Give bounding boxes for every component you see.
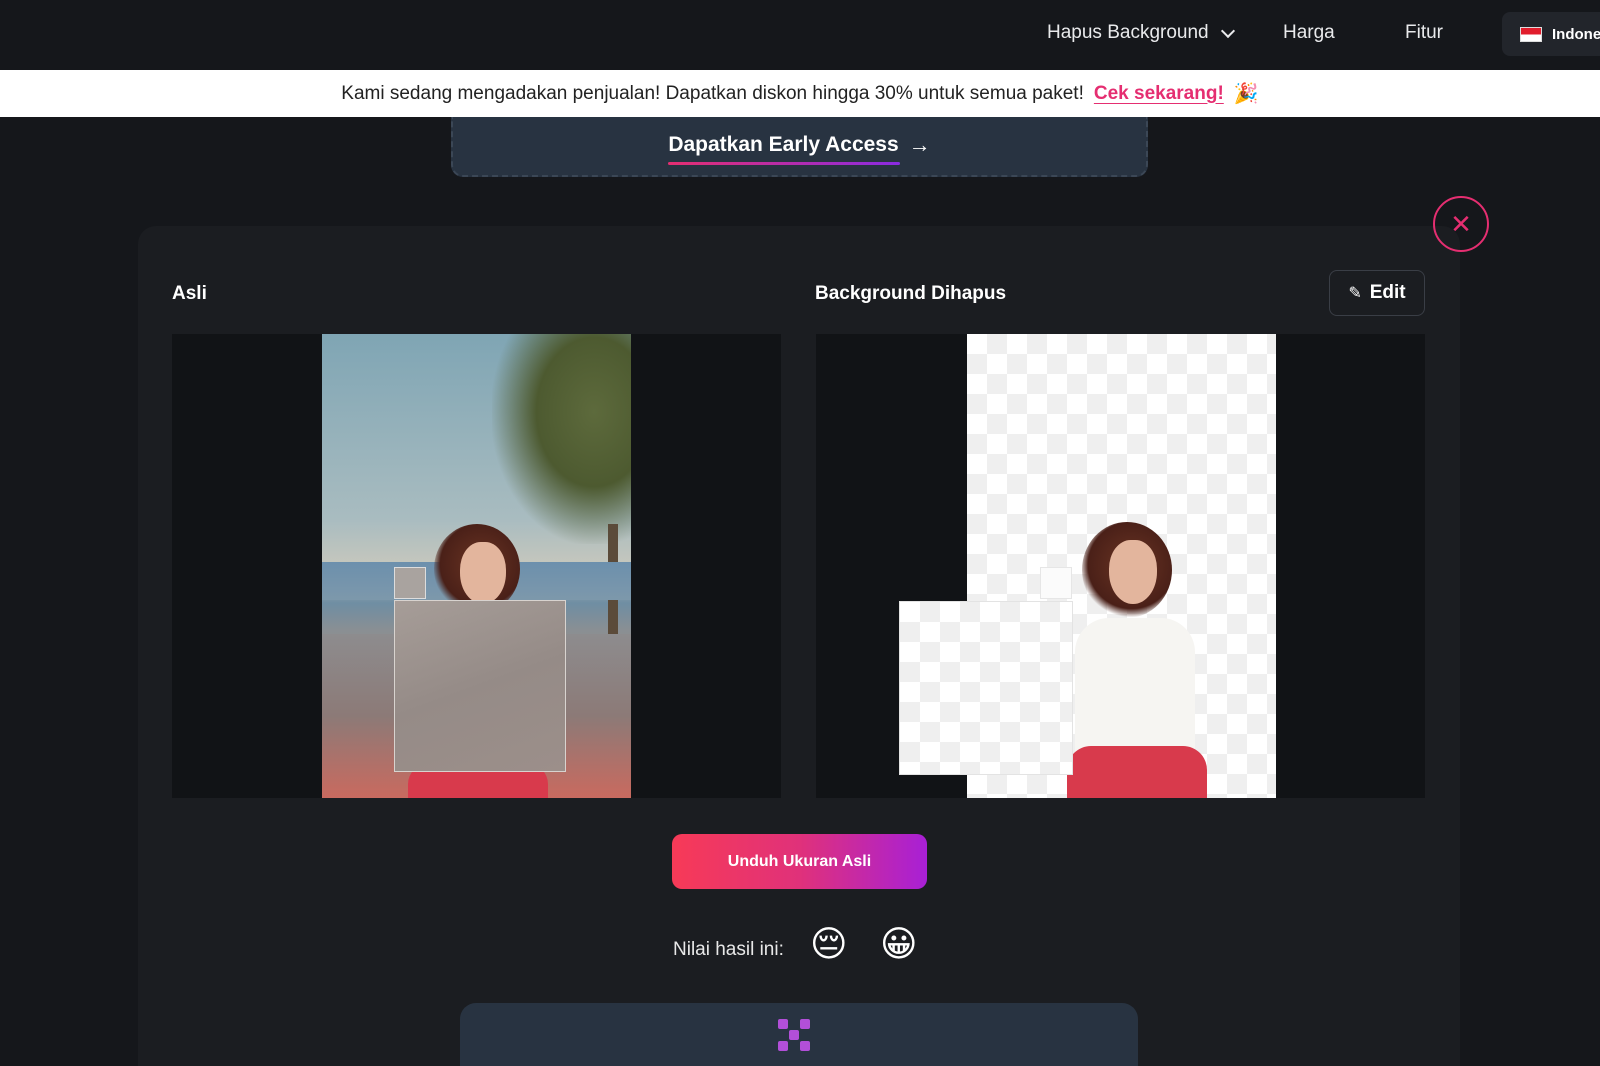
nav-fitur-link[interactable]: Fitur [1405, 22, 1443, 44]
nav-harga-label: Harga [1283, 22, 1335, 43]
person-face-shape [460, 542, 506, 604]
result-person-skirt-shape [1067, 746, 1207, 798]
original-photo [322, 334, 631, 798]
rate-happy-button[interactable]: 😀 [880, 926, 918, 962]
nav-hapus-background-dropdown[interactable]: Hapus Background [1047, 22, 1235, 44]
indonesia-flag-icon [1520, 26, 1542, 42]
close-icon: ✕ [1450, 208, 1472, 239]
pencil-icon: ✎ [1348, 285, 1362, 302]
early-access-card: Dapatkan Early Access → [451, 117, 1148, 177]
top-navigation: Hapus Background Harga Fitur Indone [0, 0, 1600, 70]
language-label: Indone [1552, 25, 1600, 43]
result-transparent-region [899, 601, 1073, 775]
edit-label: Edit [1369, 282, 1406, 303]
chevron-down-icon [1220, 23, 1235, 38]
early-access-underline [668, 161, 901, 165]
rate-result-label: Nilai hasil ini: [673, 939, 784, 960]
result-person-face-shape [1109, 540, 1157, 604]
nav-hapus-background-label: Hapus Background [1047, 22, 1209, 43]
early-access-label: Dapatkan Early Access [668, 132, 899, 156]
promo-check-now-link[interactable]: Cek sekarang! [1094, 83, 1224, 105]
bottom-info-card [460, 1003, 1138, 1066]
rate-sad-button[interactable]: 😔 [810, 926, 848, 962]
party-popper-icon: 🎉 [1233, 83, 1259, 105]
nav-harga-link[interactable]: Harga [1283, 22, 1335, 44]
blurred-small-region [394, 567, 426, 599]
early-access-link[interactable]: Dapatkan Early Access → [668, 131, 931, 165]
tree-shape [492, 334, 631, 544]
close-button[interactable]: ✕ [1433, 196, 1489, 252]
download-original-size-button[interactable]: Unduh Ukuran Asli [672, 834, 927, 889]
language-selector[interactable]: Indone [1502, 12, 1600, 56]
arrow-right-icon: → [908, 131, 931, 157]
nav-fitur-label: Fitur [1405, 22, 1443, 43]
edit-button[interactable]: ✎ Edit [1329, 270, 1425, 316]
removed-background-label: Background Dihapus [815, 283, 1007, 304]
promo-banner: Kami sedang mengadakan penjualan! Dapatk… [0, 70, 1600, 117]
original-image-label: Asli [172, 283, 207, 304]
result-transparent-small-region [1040, 567, 1072, 599]
puzzle-icon [778, 1019, 810, 1051]
download-label: Unduh Ukuran Asli [727, 852, 872, 870]
promo-text: Kami sedang mengadakan penjualan! Dapatk… [341, 82, 1084, 104]
blurred-region [394, 600, 566, 772]
